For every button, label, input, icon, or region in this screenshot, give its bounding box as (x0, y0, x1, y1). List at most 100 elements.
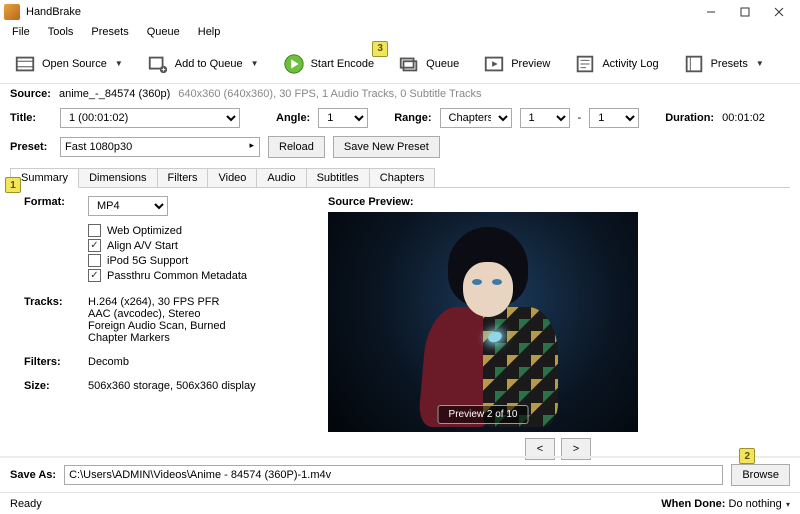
format-label: Format: (24, 196, 88, 284)
when-done-dropdown[interactable]: Do nothing ▾ (729, 498, 790, 510)
window-close-button[interactable] (762, 1, 796, 23)
source-preview-label: Source Preview: (328, 196, 788, 208)
source-row: Source: anime_-_84574 (360p) 640x360 (64… (0, 84, 800, 104)
track-line: AAC (avcodec), Stereo (88, 308, 226, 320)
window-maximize-button[interactable] (728, 1, 762, 23)
menu-file[interactable]: File (6, 24, 36, 44)
tab-subtitles[interactable]: Subtitles (306, 168, 370, 187)
save-as-label: Save As: (10, 469, 56, 481)
menu-queue[interactable]: Queue (141, 24, 186, 44)
size-label: Size: (24, 380, 88, 392)
preview-label: Preview (511, 58, 550, 70)
preset-row: Preset: ▸ Reload Save New Preset (0, 132, 800, 162)
save-as-row: Save As: 2 Browse (0, 456, 800, 492)
tab-dimensions[interactable]: Dimensions (78, 168, 157, 187)
align-av-checkbox[interactable]: ✓Align A/V Start (88, 239, 247, 252)
menu-tools[interactable]: Tools (42, 24, 80, 44)
range-label: Range: (394, 112, 431, 124)
title-label: Title: (10, 112, 52, 124)
filters-sum-label: Filters: (24, 356, 88, 368)
format-select[interactable]: MP4 (88, 196, 168, 216)
menu-presets[interactable]: Presets (85, 24, 134, 44)
preview-button[interactable]: Preview (477, 49, 556, 79)
checkbox-icon (88, 224, 101, 237)
checkbox-icon: ✓ (88, 269, 101, 282)
save-as-input[interactable] (64, 465, 723, 485)
start-encode-label: Start Encode (311, 58, 375, 70)
add-to-queue-button[interactable]: Add to Queue ▼ (141, 49, 265, 79)
web-optimized-checkbox[interactable]: Web Optimized (88, 224, 247, 237)
tab-filters[interactable]: Filters (157, 168, 209, 187)
start-encode-button[interactable]: Start Encode 3 (277, 49, 381, 79)
film-icon (14, 53, 36, 75)
duration-value: 00:01:02 (722, 112, 765, 124)
queue-label: Queue (426, 58, 459, 70)
source-filename: anime_-_84574 (360p) (59, 88, 170, 100)
menu-help[interactable]: Help (192, 24, 227, 44)
save-preset-button[interactable]: Save New Preset (333, 136, 440, 158)
toolbar: Open Source ▼ Add to Queue ▼ Start Encod… (0, 44, 800, 84)
queue-icon (398, 53, 420, 75)
tracks-list: H.264 (x264), 30 FPS PFR AAC (avcodec), … (88, 296, 226, 344)
activity-log-button[interactable]: Activity Log (568, 49, 664, 79)
title-select[interactable]: 1 (00:01:02) (60, 108, 240, 128)
app-logo-icon (4, 4, 20, 20)
presets-button[interactable]: Presets ▼ (677, 49, 770, 79)
duration-label: Duration: (665, 112, 714, 124)
dropdown-icon: ▼ (756, 59, 764, 68)
window-titlebar: HandBrake (0, 0, 800, 24)
size-value: 506x360 storage, 506x360 display (88, 380, 256, 392)
presets-icon (683, 53, 705, 75)
preset-dropdown-icon: ▸ (249, 140, 254, 151)
title-row: Title: 1 (00:01:02) Angle: 1 Range: Chap… (0, 104, 800, 132)
track-line: Chapter Markers (88, 332, 226, 344)
menu-bar: File Tools Presets Queue Help (0, 24, 800, 44)
window-minimize-button[interactable] (694, 1, 728, 23)
range-mode-select[interactable]: Chapters (440, 108, 512, 128)
range-to-select[interactable]: 1 (589, 108, 639, 128)
tabs: Summary 1 Dimensions Filters Video Audio… (10, 168, 790, 188)
dropdown-icon: ▼ (115, 59, 123, 68)
when-done-label: When Done: (661, 498, 725, 510)
passthru-checkbox[interactable]: ✓Passthru Common Metadata (88, 269, 247, 282)
angle-label: Angle: (276, 112, 310, 124)
source-preview-image: Preview 2 of 10 (328, 212, 638, 432)
presets-label: Presets (711, 58, 748, 70)
open-source-label: Open Source (42, 58, 107, 70)
browse-button[interactable]: Browse (731, 464, 790, 486)
activity-log-label: Activity Log (602, 58, 658, 70)
summary-panel: Format: MP4 Web Optimized ✓Align A/V Sta… (0, 188, 800, 464)
callout-3: 3 (372, 41, 388, 57)
preset-label: Preset: (10, 141, 52, 153)
track-line: H.264 (x264), 30 FPS PFR (88, 296, 226, 308)
status-bar: Ready When Done: Do nothing ▾ (0, 492, 800, 514)
dropdown-icon: ▾ (784, 500, 790, 509)
reload-button[interactable]: Reload (268, 136, 325, 158)
open-source-button[interactable]: Open Source ▼ (8, 49, 129, 79)
angle-select[interactable]: 1 (318, 108, 368, 128)
play-icon (283, 53, 305, 75)
filters-value: Decomb (88, 356, 129, 368)
tab-summary[interactable]: Summary 1 (10, 168, 79, 188)
range-from-select[interactable]: 1 (520, 108, 570, 128)
preset-input[interactable] (60, 137, 260, 157)
add-to-queue-label: Add to Queue (175, 58, 243, 70)
track-line: Foreign Audio Scan, Burned (88, 320, 226, 332)
window-title: HandBrake (26, 6, 694, 18)
tracks-label: Tracks: (24, 296, 88, 344)
dropdown-icon: ▼ (251, 59, 259, 68)
log-icon (574, 53, 596, 75)
preview-index-badge: Preview 2 of 10 (438, 405, 529, 424)
source-label: Source: (10, 88, 51, 100)
source-meta: 640x360 (640x360), 30 FPS, 1 Audio Track… (178, 88, 481, 100)
queue-button[interactable]: Queue (392, 49, 465, 79)
range-dash: - (578, 112, 582, 124)
tab-audio[interactable]: Audio (256, 168, 306, 187)
tab-chapters[interactable]: Chapters (369, 168, 436, 187)
checkbox-icon (88, 254, 101, 267)
tab-video[interactable]: Video (207, 168, 257, 187)
ipod-checkbox[interactable]: iPod 5G Support (88, 254, 247, 267)
preset-dropdown[interactable]: ▸ (60, 137, 260, 157)
status-text: Ready (10, 498, 42, 510)
checkbox-icon: ✓ (88, 239, 101, 252)
